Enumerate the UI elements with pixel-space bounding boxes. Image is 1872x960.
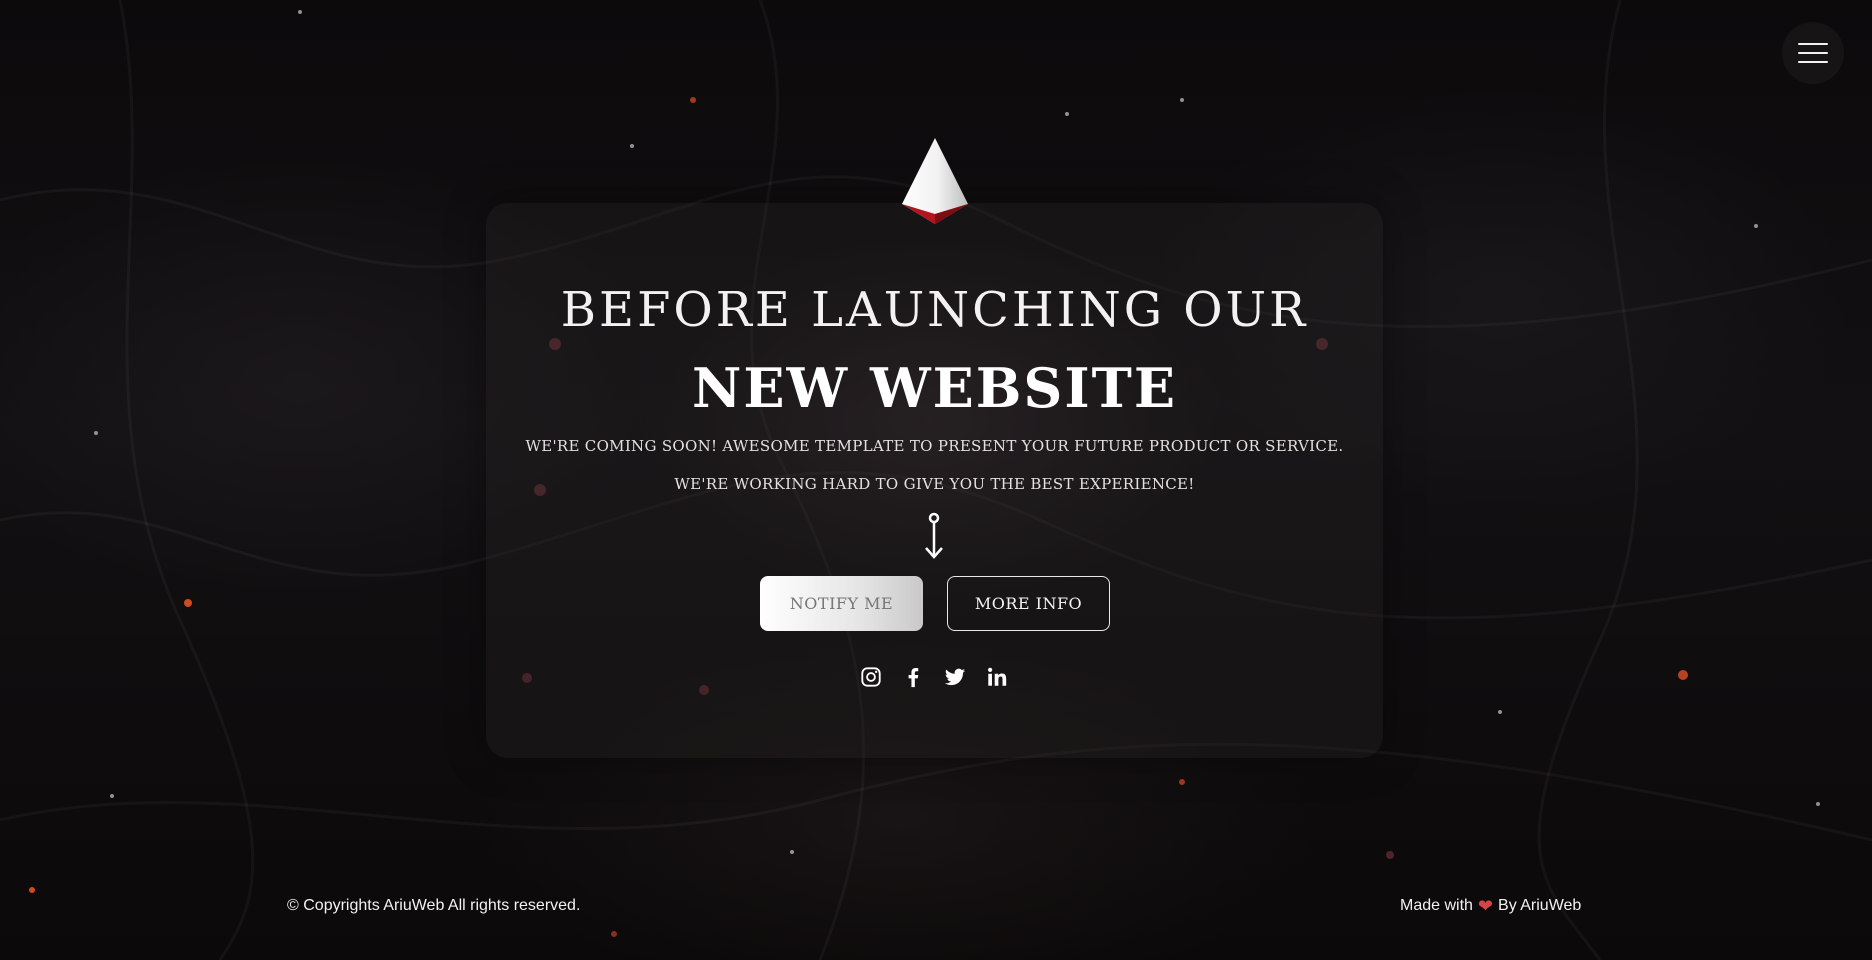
pyramid-logo-icon (902, 138, 968, 224)
down-arrow-icon (925, 512, 943, 559)
made-with-label: Made with (1400, 897, 1473, 914)
headline-line-2: NEW WEBSITE (691, 356, 1177, 420)
menu-line (1798, 61, 1828, 63)
menu-button[interactable] (1782, 22, 1844, 84)
twitter-icon[interactable] (942, 664, 968, 690)
subtitle-line-1: WE'RE COMING SOON! AWESOME TEMPLATE TO P… (525, 437, 1344, 455)
notify-me-button[interactable]: NOTIFY ME (760, 576, 923, 631)
made-with-credit: Made with ❤ By AriuWeb (1400, 897, 1581, 915)
headline-line-1: BEFORE LAUNCHING OUR (560, 282, 1309, 338)
linkedin-icon[interactable] (984, 664, 1010, 690)
instagram-icon[interactable] (858, 664, 884, 690)
more-info-button[interactable]: MORE INFO (947, 576, 1110, 631)
social-links (858, 664, 1018, 690)
subtitle-line-2: WE'RE WORKING HARD TO GIVE YOU THE BEST … (674, 475, 1195, 493)
heart-icon: ❤ (1477, 896, 1494, 916)
by-author-link[interactable]: By AriuWeb (1498, 897, 1581, 915)
menu-line (1798, 43, 1828, 45)
facebook-icon[interactable] (900, 664, 926, 690)
menu-line (1798, 52, 1828, 54)
page-background: BEFORE LAUNCHING OUR NEW WEBSITE WE'RE C… (0, 0, 1872, 960)
copyright-text: © Copyrights AriuWeb All rights reserved… (287, 897, 581, 914)
